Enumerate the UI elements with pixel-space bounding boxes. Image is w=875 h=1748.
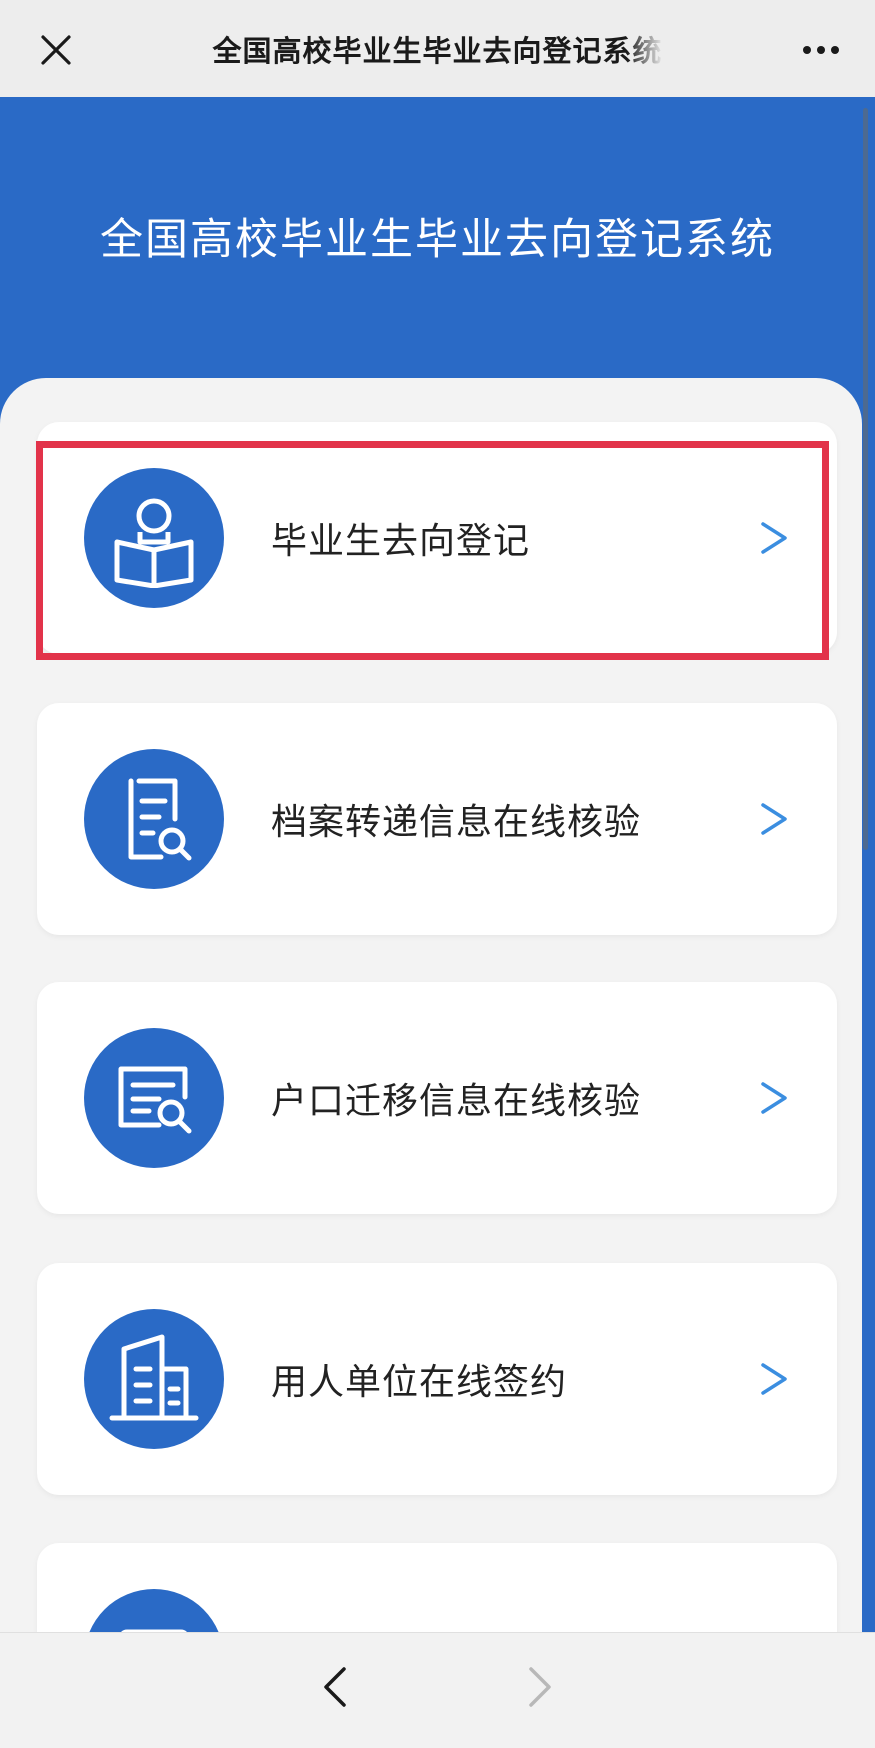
chevron-right-icon: [755, 1349, 795, 1409]
scrollbar[interactable]: [863, 108, 868, 850]
menu-item-label: 用人单位在线签约: [271, 1362, 568, 1403]
window-title: 全国高校毕业生毕业去向登记系统: [212, 33, 663, 68]
page: 全国高校毕业生毕业去向登记系统 全国高校毕业生毕业去向登记系统 毕业生去向登记: [0, 0, 875, 1748]
chevron-right-icon: [755, 789, 795, 849]
menu-item-employer-signing[interactable]: 用人单位在线签约: [37, 1263, 837, 1495]
menu-item-archive-verification[interactable]: 档案转递信息在线核验: [37, 703, 837, 935]
chevron-right-icon: [755, 1068, 795, 1128]
back-button[interactable]: [305, 1657, 365, 1717]
back-arrow-icon: [324, 1667, 346, 1707]
icon-circle: [84, 1309, 224, 1449]
close-icon: [41, 35, 71, 65]
close-button[interactable]: [28, 22, 84, 78]
building-icon: [109, 1334, 199, 1421]
menu-item-household-verification[interactable]: 户口迁移信息在线核验: [37, 982, 837, 1214]
menu-item-label: 档案转递信息在线核验: [271, 802, 642, 843]
page-title: 全国高校毕业生毕业去向登记系统: [100, 215, 775, 265]
more-button[interactable]: [793, 22, 849, 78]
document-search-icon: [128, 778, 192, 861]
forward-button: [510, 1657, 570, 1717]
icon-circle: [84, 468, 224, 608]
form-search-icon: [118, 1066, 192, 1134]
menu-item-label: 户口迁移信息在线核验: [271, 1081, 642, 1122]
menu-item-graduate-registration[interactable]: 毕业生去向登记: [37, 422, 837, 654]
icon-circle: [84, 749, 224, 889]
forward-arrow-icon: [529, 1667, 551, 1707]
more-icon: [803, 46, 839, 54]
chevron-right-icon: [755, 508, 795, 568]
header-banner: 全国高校毕业生毕业去向登记系统: [0, 97, 875, 397]
menu-item-label: 毕业生去向登记: [271, 521, 531, 562]
top-navigation-bar: 全国高校毕业生毕业去向登记系统: [0, 0, 875, 97]
bottom-navigation-bar: [0, 1632, 875, 1748]
icon-circle: [84, 1028, 224, 1168]
person-reading-icon: [114, 498, 194, 588]
